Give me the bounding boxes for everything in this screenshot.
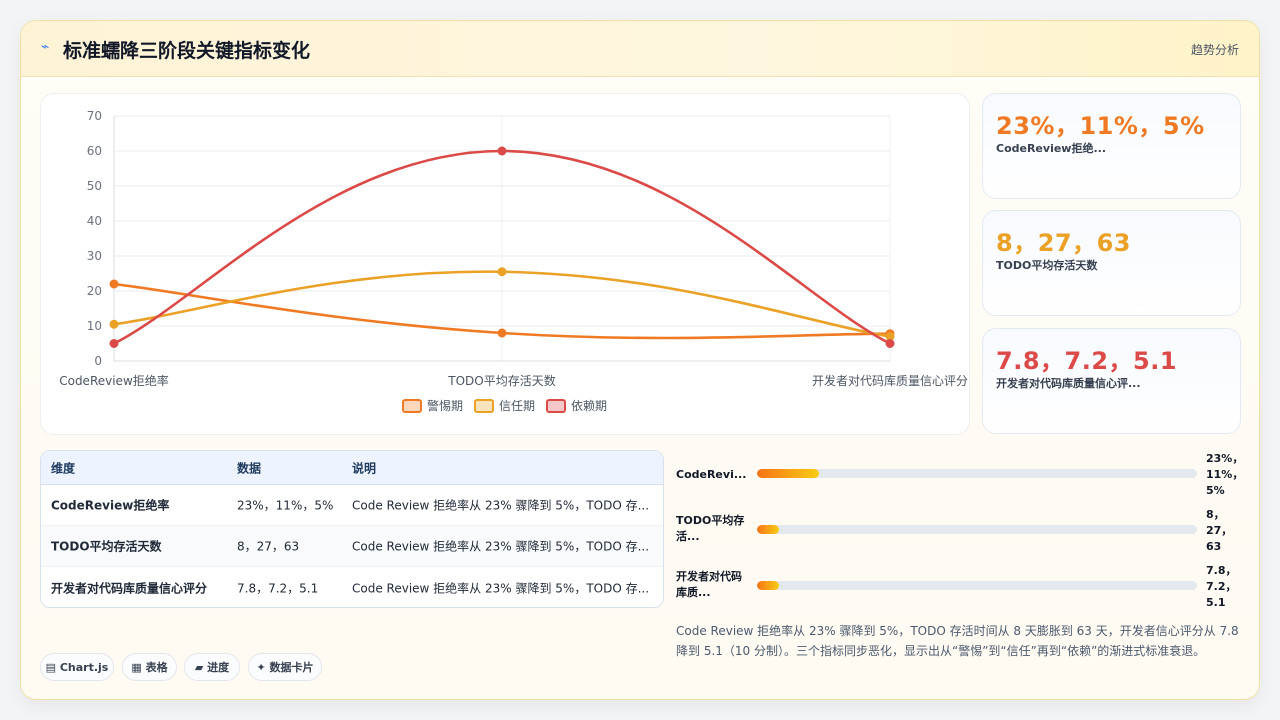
progress-fill [757, 581, 779, 590]
progress-fill [757, 469, 819, 478]
y-tick-label: 40 [87, 214, 102, 228]
progress-value: 23%，11%，5% [1206, 452, 1244, 497]
page-title: 标准蠕降三阶段关键指标变化 [63, 40, 311, 62]
stat-label: 开发者对代码库质量信心评... [996, 377, 1141, 390]
table-cell: CodeReview拒绝率 [51, 498, 170, 513]
table-cell: TODO平均存活天数 [51, 539, 162, 554]
data-point [109, 339, 119, 348]
legend-label: 警惕期 [427, 398, 463, 413]
data-point [497, 328, 507, 338]
stat-label: CodeReview拒绝... [996, 142, 1106, 155]
line-chart-panel: 0 10 20 30 40 50 60 70 CodeReview拒绝率 TODO平均存活天数 开发… [40, 93, 970, 435]
progress-fill [757, 525, 779, 534]
x-tick-label: TODO平均存活天数 [447, 373, 555, 388]
table-header-row: 维度 数据 说明 [41, 451, 663, 485]
trend-analysis-tag[interactable]: 趋势分析 [1191, 41, 1239, 58]
chip-table[interactable]: ▦ 表格 [122, 653, 177, 681]
stat-card-review-rejection: 23%，11%，5% CodeReview拒绝... [982, 93, 1241, 199]
stat-value: 7.8，7.2，5.1 [996, 347, 1178, 375]
legend-label: 信任期 [499, 399, 535, 413]
stat-card-confidence: 7.8，7.2，5.1 开发者对代码库质量信心评... [982, 328, 1241, 434]
legend-label: 依赖期 [571, 398, 607, 413]
progress-track [757, 469, 1197, 478]
data-point [109, 319, 119, 329]
sparkle-icon: ⌁ [41, 39, 50, 55]
data-point [109, 279, 119, 289]
stat-value: 8，27，63 [996, 229, 1131, 257]
x-tick-label: CodeReview拒绝率 [59, 373, 169, 388]
stat-card-todo-days: 8，27，63 TODO平均存活天数 [982, 210, 1241, 316]
progress-row: TODO平均存活... 8，27，63 [676, 507, 1241, 557]
table-row: TODO平均存活天数 8，27，63 Code Review 拒绝率从 23% … [41, 526, 663, 567]
line-chart: 0 10 20 30 40 50 60 70 CodeReview拒绝率 TODO平均存活天数 开发… [59, 109, 968, 413]
header: ⌁ 标准蠕降三阶段关键指标变化 趋势分析 [21, 21, 1259, 77]
stat-value: 23%，11%，5% [996, 112, 1205, 140]
progress-track [757, 581, 1197, 590]
table-row: 开发者对代码库质量信心评分 7.8，7.2，5.1 Code Review 拒绝… [41, 567, 663, 607]
table-cell: 23%，11%，5% [237, 498, 334, 513]
progress-list: CodeRevi... 23%，11%，5% TODO平均存活... 8，27，… [676, 451, 1244, 621]
table-cell: 8，27，63 [237, 539, 300, 554]
progress-row: 开发者对代码库质... 7.8，7.2，5.1 [676, 563, 1241, 613]
progress-value: 8，27，63 [1206, 508, 1233, 553]
legend-swatch [402, 399, 422, 413]
y-tick-label: 60 [87, 144, 102, 158]
table-cell: 开发者对代码库质量信心评分 [51, 581, 208, 595]
y-tick-label: 0 [94, 354, 102, 368]
y-tick-label: 70 [87, 109, 102, 123]
progress-row: CodeRevi... 23%，11%，5% [676, 451, 1244, 501]
progress-value: 7.8，7.2，5.1 [1206, 564, 1237, 609]
table-cell: Code Review 拒绝率从 23% 骤降到 5%，TODO 存... [352, 498, 650, 513]
chip-data-cards[interactable]: ✦ 数据卡片 [248, 653, 322, 681]
data-point [497, 267, 507, 277]
progress-label: 开发者对代码库质... [676, 570, 742, 599]
y-tick-label: 10 [87, 319, 102, 333]
table-row: CodeReview拒绝率 23%，11%，5% Code Review 拒绝率… [41, 485, 663, 526]
table-cell: Code Review 拒绝率从 23% 骤降到 5%，TODO 存... [352, 539, 650, 554]
chip-chartjs[interactable]: ▤ Chart.js [40, 653, 114, 681]
chip-progress[interactable]: ▰ 进度 [184, 653, 240, 681]
legend-swatch [474, 399, 494, 413]
table-cell: 7.8，7.2，5.1 [237, 581, 319, 595]
data-point [497, 146, 507, 156]
y-tick-label: 30 [87, 249, 102, 263]
progress-label: TODO平均存活... [676, 514, 745, 543]
legend-swatch [546, 399, 566, 413]
progress-track [757, 525, 1197, 534]
stat-label: TODO平均存活天数 [996, 259, 1098, 272]
y-tick-label: 20 [87, 284, 102, 298]
progress-label: CodeRevi... [676, 468, 747, 481]
column-header: 维度 [51, 461, 76, 475]
y-tick-label: 50 [87, 179, 102, 193]
summary-text: Code Review 拒绝率从 23% 骤降到 5%，TODO 存活时间从 8… [676, 624, 1239, 658]
data-point [885, 339, 895, 348]
column-header: 数据 [237, 461, 262, 475]
dashboard-card: ⌁ 标准蠕降三阶段关键指标变化 趋势分析 0 10 20 30 40 50 60 70 Code… [20, 20, 1260, 700]
table-cell: Code Review 拒绝率从 23% 骤降到 5%，TODO 存... [352, 581, 650, 595]
data-table: 维度 数据 说明 CodeReview拒绝率 23%，11%，5% Code R… [40, 450, 664, 608]
x-tick-label: 开发者对代码库质量信心评分 [812, 373, 968, 388]
column-header: 说明 [352, 461, 377, 475]
